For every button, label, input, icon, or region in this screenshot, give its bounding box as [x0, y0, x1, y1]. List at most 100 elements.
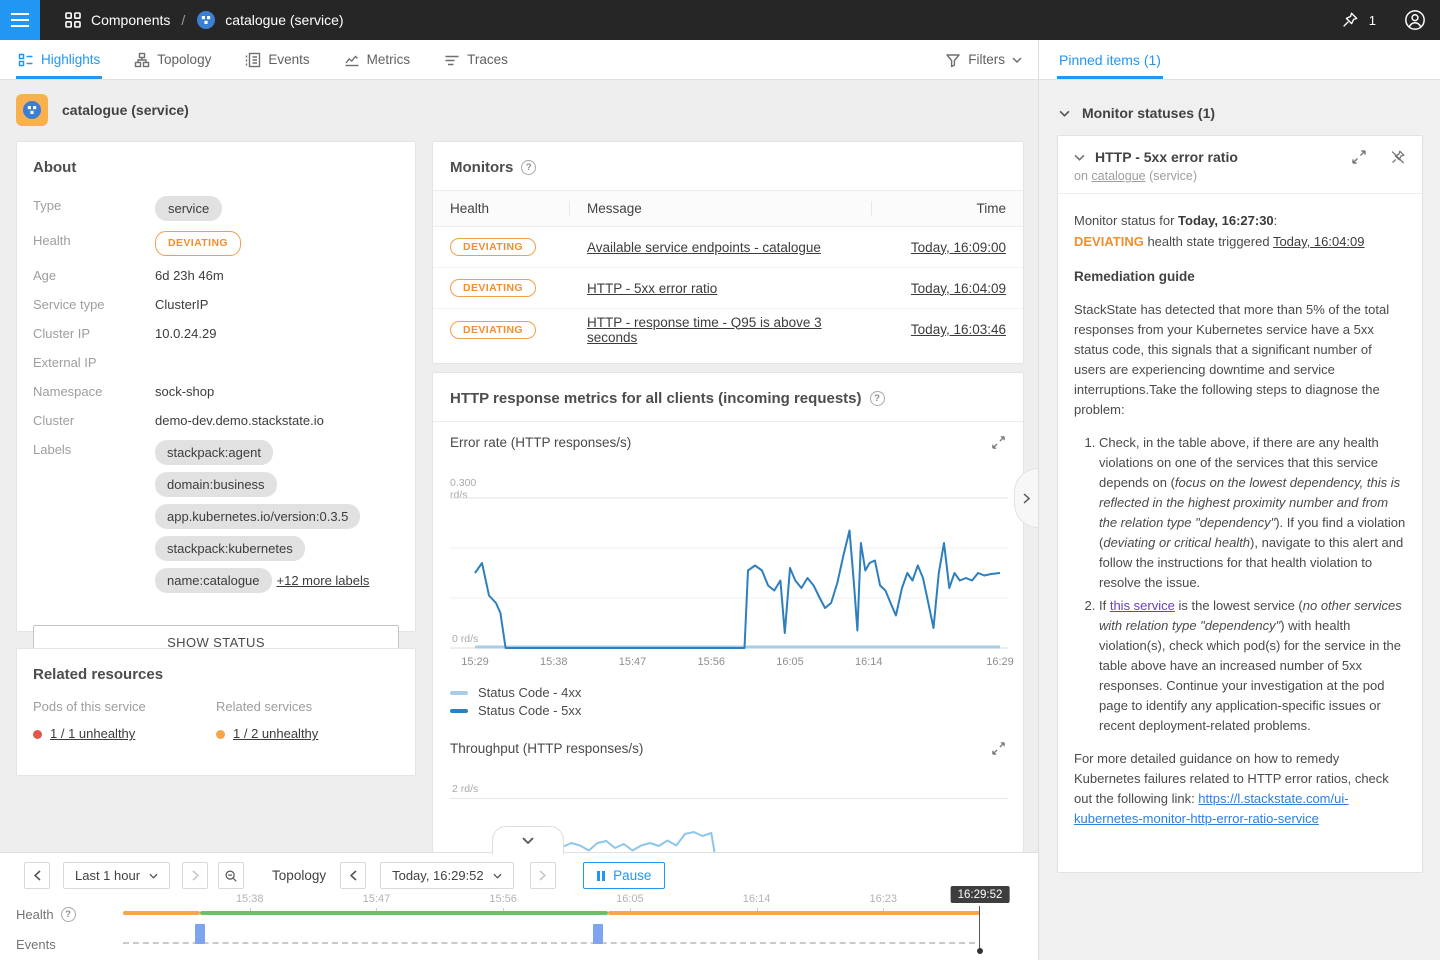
cluster-ip-value: 10.0.24.29: [155, 324, 399, 343]
traces-icon: [444, 52, 460, 68]
monitor-link[interactable]: Available service endpoints - catalogue: [587, 240, 821, 255]
expand-icon[interactable]: [1351, 149, 1367, 165]
inline-link[interactable]: Today, 16:04:09: [1273, 234, 1365, 249]
services-unhealthy-link[interactable]: 1 / 2 unhealthy: [233, 726, 318, 741]
pin-icon[interactable]: [1341, 11, 1359, 29]
labels-label: Labels: [33, 440, 155, 459]
expand-icon[interactable]: [991, 435, 1006, 450]
help-icon[interactable]: ?: [61, 907, 76, 922]
avatar[interactable]: [1404, 9, 1426, 31]
monitor-status-line: Monitor status for Today, 16:27:30:: [1074, 210, 1406, 231]
legend-swatch-5xx: [450, 709, 468, 713]
pods-unhealthy-link[interactable]: 1 / 1 unhealthy: [50, 726, 135, 741]
timeline-tick-label: 16:05: [616, 893, 644, 905]
legend-5xx[interactable]: Status Code - 5xx: [450, 703, 581, 718]
x-tick-label: 16:14: [855, 656, 883, 668]
inline-link[interactable]: catalogue: [1091, 169, 1145, 183]
event-marker[interactable]: [195, 924, 205, 944]
events-timeline-track: [123, 942, 975, 944]
monitor-row: DEVIATING Available service endpoints - …: [433, 227, 1023, 268]
unpin-icon[interactable]: [1390, 149, 1406, 165]
menu-icon[interactable]: [0, 0, 40, 40]
time-range-back-button[interactable]: [24, 862, 50, 889]
tab-events[interactable]: Events: [243, 40, 311, 79]
timeline-tick-label: 15:56: [489, 893, 517, 905]
content-area: catalogue (service) About Typeservice He…: [0, 80, 1038, 852]
timeline-ticks: 15:3815:4715:5616:0516:1416:23: [123, 893, 980, 913]
label-pill: name:catalogue: [155, 568, 272, 593]
legend-4xx[interactable]: Status Code - 4xx: [450, 685, 581, 700]
monitor-time-link[interactable]: Today, 16:04:09: [911, 281, 1006, 296]
legend-swatch-4xx: [450, 691, 468, 695]
service-type-label: Service type: [33, 295, 155, 314]
tab-topology[interactable]: Topology: [132, 40, 213, 79]
timeline-tick-label: 15:47: [363, 893, 391, 905]
breadcrumb-components[interactable]: Components: [91, 12, 170, 28]
expand-icon[interactable]: [991, 741, 1006, 756]
monitor-row: DEVIATING HTTP - 5xx error ratio Today, …: [433, 268, 1023, 309]
tab-pinned-items[interactable]: Pinned items (1): [1057, 40, 1163, 79]
pinned-items-panel: Pinned items (1) Monitor statuses (1) HT…: [1038, 40, 1440, 960]
cluster-value: demo-dev.demo.stackstate.io: [155, 411, 399, 430]
chevron-down-icon: [149, 873, 158, 879]
tab-highlights[interactable]: Highlights: [16, 40, 102, 79]
pinned-monitor-title: HTTP - 5xx error ratio: [1095, 149, 1238, 165]
collapse-timebar-button[interactable]: [492, 826, 564, 854]
topology-time-label: Topology: [272, 868, 326, 883]
breadcrumb-current: catalogue (service): [225, 12, 343, 28]
monitors-table-header: Health Message Time: [433, 190, 1023, 227]
time-range-forward-button[interactable]: [182, 862, 208, 889]
chevron-down-icon[interactable]: [1074, 154, 1085, 161]
events-row-label: Events: [16, 937, 56, 952]
catalogue-service-icon: [196, 10, 216, 30]
timeline-tick-label: 16:23: [870, 893, 898, 905]
time-range-dropdown[interactable]: Last 1 hour: [63, 862, 170, 889]
help-icon[interactable]: ?: [870, 391, 885, 406]
status-badge: DEVIATING: [450, 321, 536, 339]
timeline-cursor[interactable]: [979, 906, 980, 951]
topology-time-forward-button[interactable]: [530, 862, 556, 889]
help-icon[interactable]: ?: [521, 160, 536, 175]
health-segment-deviating[interactable]: [123, 911, 200, 915]
health-segment-healthy[interactable]: [200, 911, 608, 915]
age-label: Age: [33, 266, 155, 285]
monitor-link[interactable]: HTTP - response time - Q95 is above 3 se…: [587, 315, 822, 345]
components-grid-icon: [64, 11, 82, 29]
pin-count: 1: [1369, 13, 1376, 28]
monitor-link[interactable]: HTTP - 5xx error ratio: [587, 281, 717, 296]
health-row-label: Health ?: [16, 907, 76, 922]
pinned-monitor-component: on catalogue (service): [1074, 169, 1406, 183]
x-tick-label: 16:05: [776, 656, 804, 668]
events-icon: [245, 52, 261, 68]
monitor-time-link[interactable]: Today, 16:03:46: [911, 322, 1006, 337]
error-rate-header: Error rate (HTTP responses/s): [450, 435, 1006, 450]
health-timeline-bar[interactable]: [123, 911, 980, 915]
labels-value: stackpack:agentdomain:businessapp.kubern…: [155, 440, 399, 600]
tab-traces[interactable]: Traces: [442, 40, 510, 79]
namespace-label: Namespace: [33, 382, 155, 401]
cluster-ip-label: Cluster IP: [33, 324, 155, 343]
chevron-down-icon: [1059, 110, 1070, 117]
health-label: Health: [33, 231, 155, 250]
breadcrumb: Components / catalogue (service): [64, 10, 344, 30]
more-labels-link[interactable]: +12 more labels: [277, 573, 370, 588]
filters-button[interactable]: Filters: [945, 40, 1022, 79]
deviating-dot: [216, 730, 225, 739]
related-resources-card: Related resources Pods of this service 1…: [16, 648, 416, 776]
filter-funnel-icon: [945, 52, 961, 68]
pause-button[interactable]: Pause: [583, 862, 666, 889]
label-pill: domain:business: [155, 472, 277, 497]
topology-time-back-button[interactable]: [340, 862, 366, 889]
status-badge: DEVIATING: [450, 279, 536, 297]
view-tabbar: Highlights Topology Events Metrics Trace…: [0, 40, 1038, 80]
x-tick-label: 15:38: [540, 656, 568, 668]
health-segment-deviating[interactable]: [608, 911, 980, 915]
monitor-statuses-group[interactable]: Monitor statuses (1): [1039, 80, 1440, 135]
tab-metrics[interactable]: Metrics: [342, 40, 413, 79]
topology-time-dropdown[interactable]: Today, 16:29:52: [380, 862, 514, 889]
event-marker[interactable]: [593, 924, 603, 944]
pinned-monitor-card: HTTP - 5xx error ratio on catalogue (ser…: [1057, 135, 1423, 873]
inline-link[interactable]: this service: [1110, 598, 1175, 613]
monitor-time-link[interactable]: Today, 16:09:00: [911, 240, 1006, 255]
zoom-out-icon[interactable]: [218, 862, 244, 889]
